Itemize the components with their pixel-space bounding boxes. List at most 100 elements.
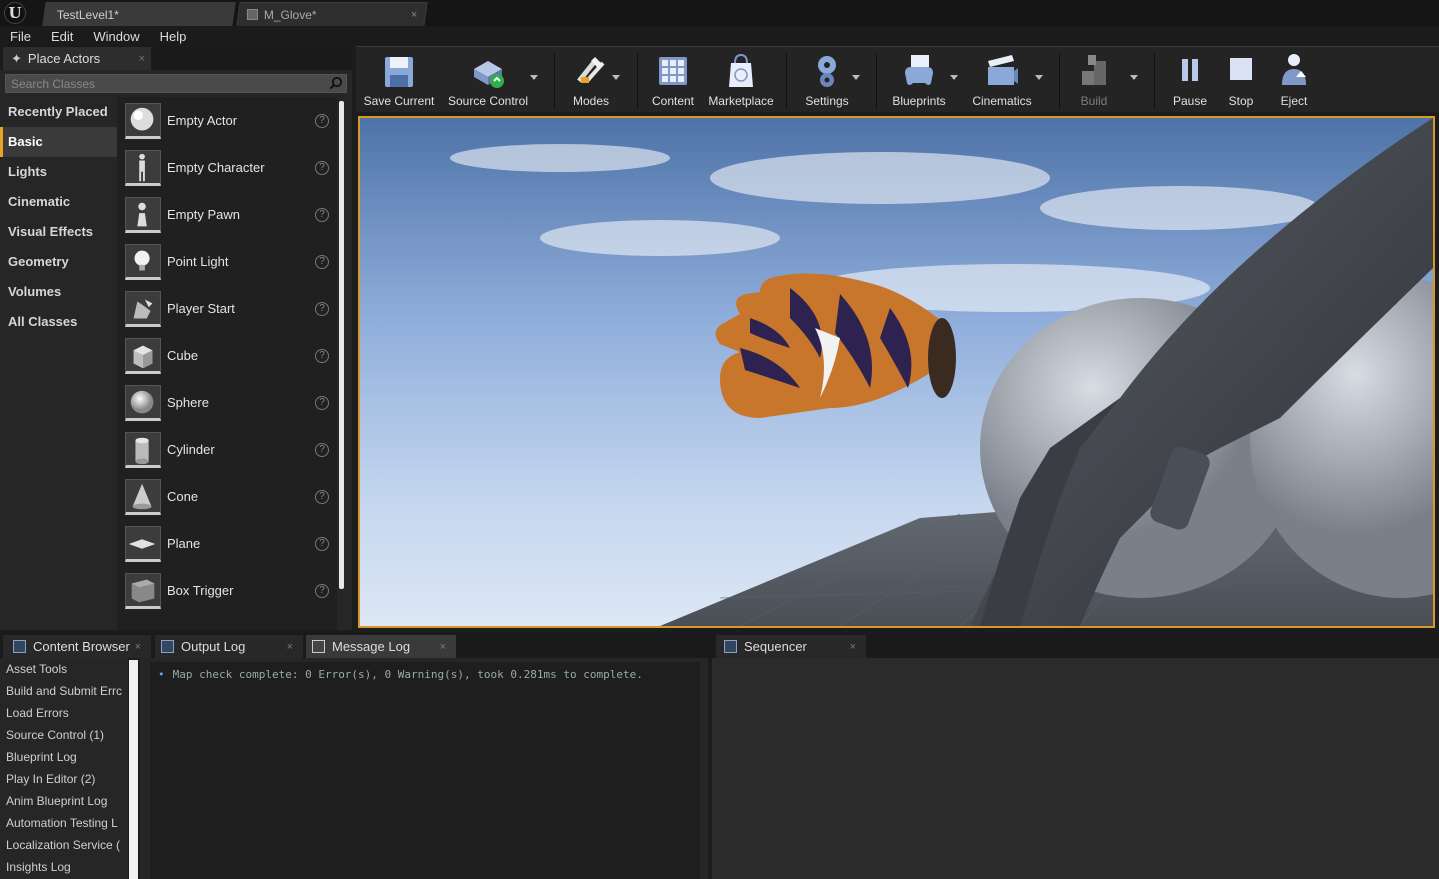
marketplace-button[interactable]: Marketplace	[706, 47, 776, 113]
cone-icon	[125, 478, 161, 515]
blueprints-dropdown-icon[interactable]	[950, 75, 958, 80]
actor-item-point-light[interactable]: Point Light ?	[117, 238, 337, 285]
tab-m-glove[interactable]: M_Glove* ×	[236, 2, 428, 26]
search-icon[interactable]	[329, 76, 343, 90]
actor-item-box-trigger[interactable]: Box Trigger ?	[117, 567, 337, 614]
menu-file[interactable]: File	[0, 26, 41, 46]
log-category-automation-testing[interactable]: Automation Testing L	[0, 812, 128, 834]
button-label: Cinematics	[972, 94, 1032, 108]
marketplace-bag-icon	[729, 53, 753, 87]
level-viewport[interactable]	[358, 116, 1435, 628]
log-category-localization-service[interactable]: Localization Service (	[0, 834, 128, 856]
actor-name: Box Trigger	[167, 583, 234, 598]
pause-button[interactable]: Pause	[1166, 47, 1214, 113]
actor-name: Point Light	[167, 254, 229, 269]
button-label: Settings	[805, 94, 849, 108]
button-label: Stop	[1228, 94, 1254, 108]
tab-sequencer[interactable]: Sequencer ×	[716, 635, 866, 658]
log-categories-scrollbar[interactable]	[129, 660, 138, 879]
stop-button[interactable]: Stop	[1218, 47, 1264, 113]
cinematics-button[interactable]: Cinematics	[968, 47, 1036, 113]
build-button[interactable]: Build	[1068, 47, 1120, 113]
settings-dropdown-icon[interactable]	[852, 75, 860, 80]
log-category-load-errors[interactable]: Load Errors	[0, 702, 128, 724]
modes-dropdown-icon[interactable]	[612, 75, 620, 80]
actor-list-scrollbar[interactable]	[339, 101, 344, 589]
help-icon[interactable]: ?	[315, 584, 329, 598]
category-geometry[interactable]: Geometry	[0, 247, 117, 277]
source-control-icon	[474, 61, 504, 88]
actor-item-empty-pawn[interactable]: Empty Pawn ?	[117, 191, 337, 238]
actor-item-empty-actor[interactable]: Empty Actor ?	[117, 97, 337, 144]
close-icon[interactable]: ×	[440, 641, 446, 653]
log-category-build-submit[interactable]: Build and Submit Errc	[0, 680, 128, 702]
tab-content-browser[interactable]: Content Browser ×	[3, 635, 151, 658]
log-message[interactable]: • Map check complete: 0 Error(s), 0 Warni…	[158, 668, 643, 681]
close-icon[interactable]: ×	[287, 641, 293, 653]
light-bulb-icon	[125, 243, 161, 280]
panel-tab-row: ✦ Place Actors ×	[0, 46, 352, 70]
actor-item-cone[interactable]: Cone ?	[117, 473, 337, 520]
content-grid-icon	[659, 57, 687, 85]
unreal-logo-icon: U	[4, 2, 26, 24]
help-icon[interactable]: ?	[315, 396, 329, 410]
close-icon[interactable]: ×	[135, 641, 141, 653]
message-log-categories: Asset Tools Build and Submit Errc Load E…	[0, 658, 128, 879]
button-label: Build	[1080, 94, 1108, 108]
tab-message-log[interactable]: Message Log ×	[306, 635, 456, 658]
tab-output-log[interactable]: Output Log ×	[155, 635, 303, 658]
tab-testlevel1[interactable]: TestLevel1*	[42, 2, 236, 26]
character-icon	[125, 149, 161, 186]
actor-item-cube[interactable]: Cube ?	[117, 332, 337, 379]
category-recently-placed[interactable]: Recently Placed	[0, 97, 117, 127]
actor-name: Sphere	[167, 395, 209, 410]
save-current-button[interactable]: Save Current	[362, 47, 436, 113]
category-basic[interactable]: Basic	[0, 127, 117, 157]
tab-label: TestLevel1*	[56, 7, 119, 22]
actor-item-empty-character[interactable]: Empty Character ?	[117, 144, 337, 191]
category-volumes[interactable]: Volumes	[0, 277, 117, 307]
tab-label: Output Log	[181, 639, 246, 654]
category-cinematic[interactable]: Cinematic	[0, 187, 117, 217]
close-icon[interactable]: ×	[850, 641, 856, 653]
settings-button[interactable]: Settings	[796, 47, 858, 113]
help-icon[interactable]: ?	[315, 255, 329, 269]
actor-item-plane[interactable]: Plane ?	[117, 520, 337, 567]
log-category-anim-blueprint[interactable]: Anim Blueprint Log	[0, 790, 128, 812]
menu-window[interactable]: Window	[83, 26, 149, 46]
close-icon[interactable]: ×	[139, 53, 145, 65]
log-category-insights-log[interactable]: Insights Log	[0, 856, 128, 878]
help-icon[interactable]: ?	[315, 302, 329, 316]
log-category-blueprint-log[interactable]: Blueprint Log	[0, 746, 128, 768]
category-all-classes[interactable]: All Classes	[0, 307, 117, 337]
actor-item-sphere[interactable]: Sphere ?	[117, 379, 337, 426]
help-icon[interactable]: ?	[315, 114, 329, 128]
help-icon[interactable]: ?	[315, 490, 329, 504]
help-icon[interactable]: ?	[315, 208, 329, 222]
log-category-play-in-editor[interactable]: Play In Editor (2)	[0, 768, 128, 790]
help-icon[interactable]: ?	[315, 537, 329, 551]
modes-button[interactable]: Modes	[561, 47, 621, 113]
empty-actor-icon	[125, 102, 161, 139]
content-button[interactable]: Content	[646, 47, 700, 113]
cinematics-dropdown-icon[interactable]	[1035, 75, 1043, 80]
eject-button[interactable]: Eject	[1270, 47, 1318, 113]
menu-help[interactable]: Help	[150, 26, 197, 46]
build-dropdown-icon[interactable]	[1130, 75, 1138, 80]
search-classes-input[interactable]: Search Classes	[5, 74, 347, 93]
source-control-button[interactable]: Source Control	[444, 47, 532, 113]
help-icon[interactable]: ?	[315, 349, 329, 363]
category-lights[interactable]: Lights	[0, 157, 117, 187]
close-icon[interactable]: ×	[410, 9, 416, 21]
help-icon[interactable]: ?	[315, 443, 329, 457]
source-control-dropdown-icon[interactable]	[530, 75, 538, 80]
log-category-asset-tools[interactable]: Asset Tools	[0, 658, 128, 680]
log-category-source-control[interactable]: Source Control (1)	[0, 724, 128, 746]
tab-place-actors[interactable]: ✦ Place Actors ×	[3, 47, 151, 70]
menu-edit[interactable]: Edit	[41, 26, 83, 46]
category-visual-effects[interactable]: Visual Effects	[0, 217, 117, 247]
actor-item-cylinder[interactable]: Cylinder ?	[117, 426, 337, 473]
actor-item-player-start[interactable]: Player Start ?	[117, 285, 337, 332]
help-icon[interactable]: ?	[315, 161, 329, 175]
blueprints-button[interactable]: Blueprints	[886, 47, 952, 113]
